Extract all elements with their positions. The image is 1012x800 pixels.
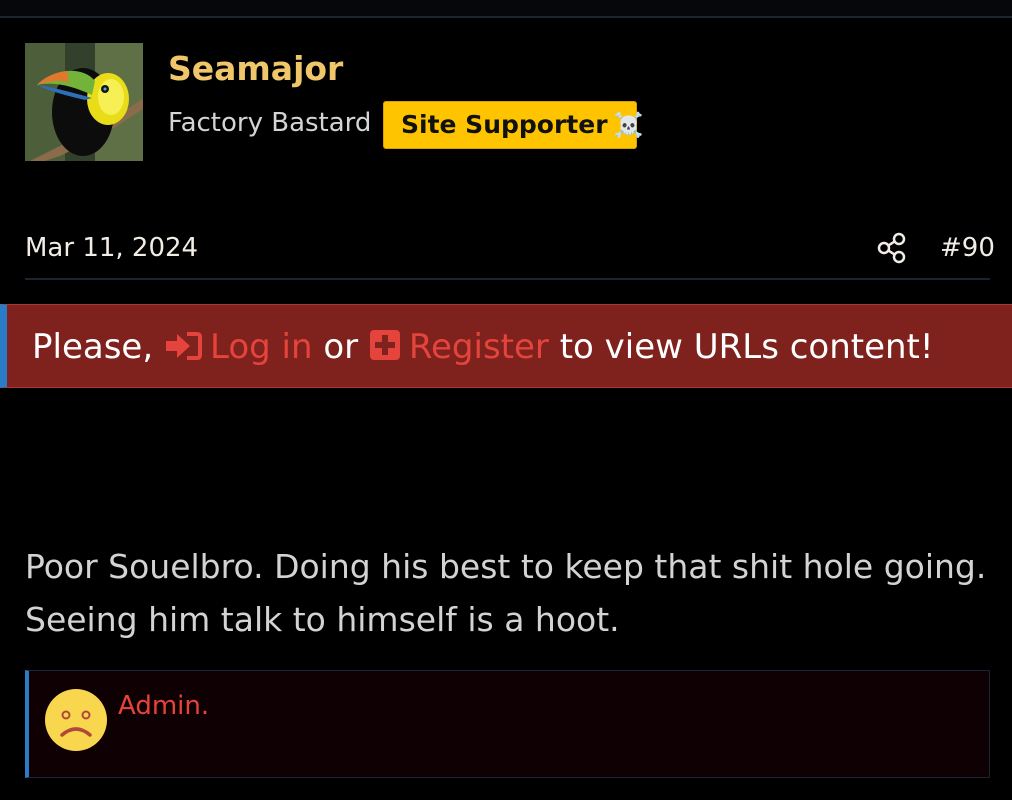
top-border xyxy=(0,0,1012,18)
login-arrow-icon xyxy=(165,332,202,360)
quote-text[interactable]: Admin. xyxy=(118,689,209,723)
notice-or: or xyxy=(323,327,359,367)
post-message: Poor Souelbro. Doing his best to keep th… xyxy=(25,540,1000,646)
sad-face-emoji-icon xyxy=(45,689,107,751)
avatar[interactable] xyxy=(25,43,143,161)
user-title: Factory Bastard xyxy=(168,108,372,138)
notice-suffix: to view URLs content! xyxy=(559,327,934,367)
login-label[interactable]: Log in xyxy=(210,327,313,367)
notice-prefix: Please, xyxy=(32,327,154,367)
register-link[interactable]: Register xyxy=(369,327,549,367)
badge-label: Site Supporter xyxy=(401,110,608,139)
username[interactable]: Seamajor xyxy=(168,46,343,92)
quote-block: Admin. xyxy=(25,670,990,778)
plus-square-icon xyxy=(369,330,400,360)
post-date[interactable]: Mar 11, 2024 xyxy=(25,230,198,266)
share-icon[interactable] xyxy=(876,232,908,264)
post-number[interactable]: #90 xyxy=(940,230,995,266)
login-notice: Please, Log in or Register to view URLs … xyxy=(0,304,1012,388)
header-divider xyxy=(25,278,990,280)
skull-emoji-icon: ☠️ xyxy=(613,111,644,139)
login-link[interactable]: Log in xyxy=(164,327,313,367)
message-line: Poor Souelbro. Doing his best to keep th… xyxy=(25,547,987,586)
register-label[interactable]: Register xyxy=(409,327,549,367)
message-line: Seeing him talk to himself is a hoot. xyxy=(25,600,620,639)
site-supporter-badge: Site Supporter ☠️ xyxy=(383,101,643,149)
toucan-avatar-icon xyxy=(25,43,143,161)
